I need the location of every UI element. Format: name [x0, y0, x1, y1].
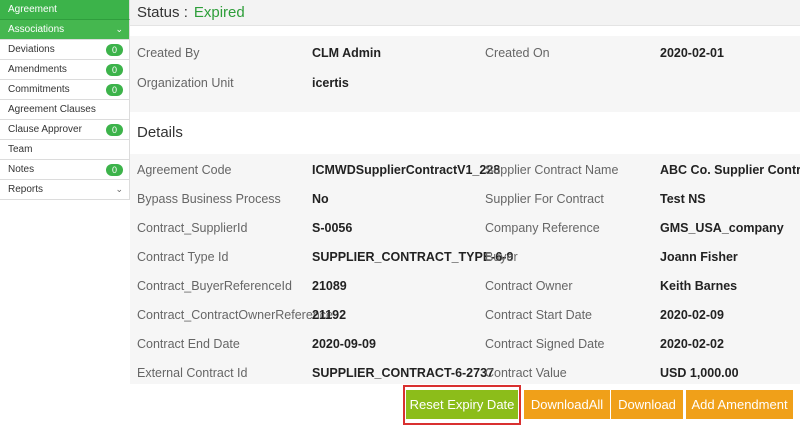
- status-label: Status :: [137, 4, 188, 21]
- field-value: icertis: [312, 75, 349, 90]
- field-label: Agreement Code: [137, 162, 232, 177]
- chevron-down-icon: ⌄: [115, 24, 123, 34]
- field-value: SUPPLIER_CONTRACT-6-2737: [312, 365, 494, 380]
- details-row: Contract Type Id SUPPLIER_CONTRACT_TYPE-…: [130, 242, 800, 271]
- field-label: Contract_SupplierId: [137, 220, 248, 235]
- sidebar-item-agreement-clauses[interactable]: Agreement Clauses: [0, 100, 130, 120]
- field-value: 21089: [312, 278, 347, 293]
- details-title: Details: [137, 124, 183, 141]
- field-value: SUPPLIER_CONTRACT_TYPE-6-9: [312, 249, 514, 264]
- field-label: Bypass Business Process: [137, 191, 281, 206]
- sidebar-item-label: Reports: [8, 184, 44, 195]
- field-label: Created On: [485, 45, 550, 60]
- field-label: Supplier For Contract: [485, 191, 604, 206]
- details-row: Contract_BuyerReferenceId 21089 Contract…: [130, 271, 800, 300]
- field-label: Contract_ContractOwnerReference: [137, 307, 333, 322]
- field-label: Contract End Date: [137, 336, 240, 351]
- count-badge: 0: [106, 83, 123, 96]
- field-label: Contract_BuyerReferenceId: [137, 278, 292, 293]
- chevron-down-icon: ⌄: [115, 184, 123, 194]
- field-value: 2020-02-02: [660, 336, 724, 351]
- field-value: GMS_USA_company: [660, 220, 784, 235]
- field-value: ICMWDSupplierContractV1_228: [312, 162, 501, 177]
- sidebar-item-notes[interactable]: Notes 0: [0, 160, 130, 180]
- download-all-button[interactable]: DownloadAll: [524, 390, 610, 419]
- field-value: 2020-02-09: [660, 307, 724, 322]
- details-row: External Contract Id SUPPLIER_CONTRACT-6…: [130, 358, 800, 387]
- summary-row: Organization Unit icertis: [130, 68, 800, 97]
- sidebar-item-reports[interactable]: Reports ⌄: [0, 180, 130, 200]
- sidebar-item-label: Agreement Clauses: [8, 104, 96, 115]
- main-content: Status : Expired Created By CLM Admin Cr…: [130, 0, 800, 434]
- field-label: Buyer: [485, 249, 518, 264]
- details-row: Contract End Date 2020-09-09 Contract Si…: [130, 329, 800, 358]
- sidebar-item-label: Amendments: [8, 64, 67, 75]
- field-label: Contract Owner: [485, 278, 573, 293]
- status-value: Expired: [193, 4, 245, 21]
- field-label: Contract Value: [485, 365, 567, 380]
- field-label: Supplier Contract Name: [485, 162, 619, 177]
- sidebar-item-label: Clause Approver: [8, 124, 82, 135]
- sidebar-item-label: Deviations: [8, 44, 55, 55]
- field-value: Test NS: [660, 191, 706, 206]
- summary-row: Created By CLM Admin Created On 2020-02-…: [130, 38, 800, 67]
- count-badge: 0: [106, 43, 123, 56]
- field-value: ABC Co. Supplier Contract: [660, 162, 800, 177]
- count-badge: 0: [106, 163, 123, 176]
- details-section: Agreement Code ICMWDSupplierContractV1_2…: [130, 154, 800, 384]
- sidebar-item-agreement[interactable]: Agreement: [0, 0, 130, 20]
- action-bar: Reset Expiry Date DownloadAll Download A…: [130, 390, 800, 422]
- field-value: No: [312, 191, 329, 206]
- details-row: Bypass Business Process No Supplier For …: [130, 184, 800, 213]
- field-value: 2020-09-09: [312, 336, 376, 351]
- sidebar-item-amendments[interactable]: Amendments 0: [0, 60, 130, 80]
- sidebar: Agreement Associations ⌄ Deviations 0 Am…: [0, 0, 130, 200]
- field-value: Joann Fisher: [660, 249, 738, 264]
- field-label: External Contract Id: [137, 365, 248, 380]
- details-row: Contract_ContractOwnerReference 21192 Co…: [130, 300, 800, 329]
- sidebar-item-commitments[interactable]: Commitments 0: [0, 80, 130, 100]
- sidebar-item-label: Agreement: [8, 4, 57, 15]
- add-amendment-button[interactable]: Add Amendment: [686, 390, 793, 419]
- count-badge: 0: [106, 63, 123, 76]
- sidebar-item-clause-approver[interactable]: Clause Approver 0: [0, 120, 130, 140]
- sidebar-item-label: Commitments: [8, 84, 70, 95]
- details-row: Contract_SupplierId S-0056 Company Refer…: [130, 213, 800, 242]
- sidebar-item-label: Notes: [8, 164, 35, 175]
- field-value: USD 1,000.00: [660, 365, 739, 380]
- field-label: Company Reference: [485, 220, 600, 235]
- field-label: Contract Type Id: [137, 249, 229, 264]
- reset-expiry-date-button[interactable]: Reset Expiry Date: [406, 390, 518, 419]
- field-label: Contract Signed Date: [485, 336, 605, 351]
- field-value: Keith Barnes: [660, 278, 738, 293]
- count-badge: 0: [106, 123, 123, 136]
- field-value: CLM Admin: [312, 45, 381, 60]
- field-value: 21192: [312, 307, 347, 322]
- field-label: Contract Start Date: [485, 307, 592, 322]
- details-row: Agreement Code ICMWDSupplierContractV1_2…: [130, 155, 800, 184]
- sidebar-item-deviations[interactable]: Deviations 0: [0, 40, 130, 60]
- summary-section: Created By CLM Admin Created On 2020-02-…: [130, 36, 800, 112]
- field-value: 2020-02-01: [660, 45, 724, 60]
- sidebar-item-label: Team: [8, 144, 33, 155]
- status-header: Status : Expired: [130, 0, 800, 26]
- field-label: Created By: [137, 45, 200, 60]
- field-value: S-0056: [312, 220, 353, 235]
- download-button[interactable]: Download: [611, 390, 683, 419]
- sidebar-item-label: Associations: [8, 24, 65, 35]
- sidebar-item-associations[interactable]: Associations ⌄: [0, 20, 130, 40]
- field-label: Organization Unit: [137, 75, 234, 90]
- sidebar-item-team[interactable]: Team: [0, 140, 130, 160]
